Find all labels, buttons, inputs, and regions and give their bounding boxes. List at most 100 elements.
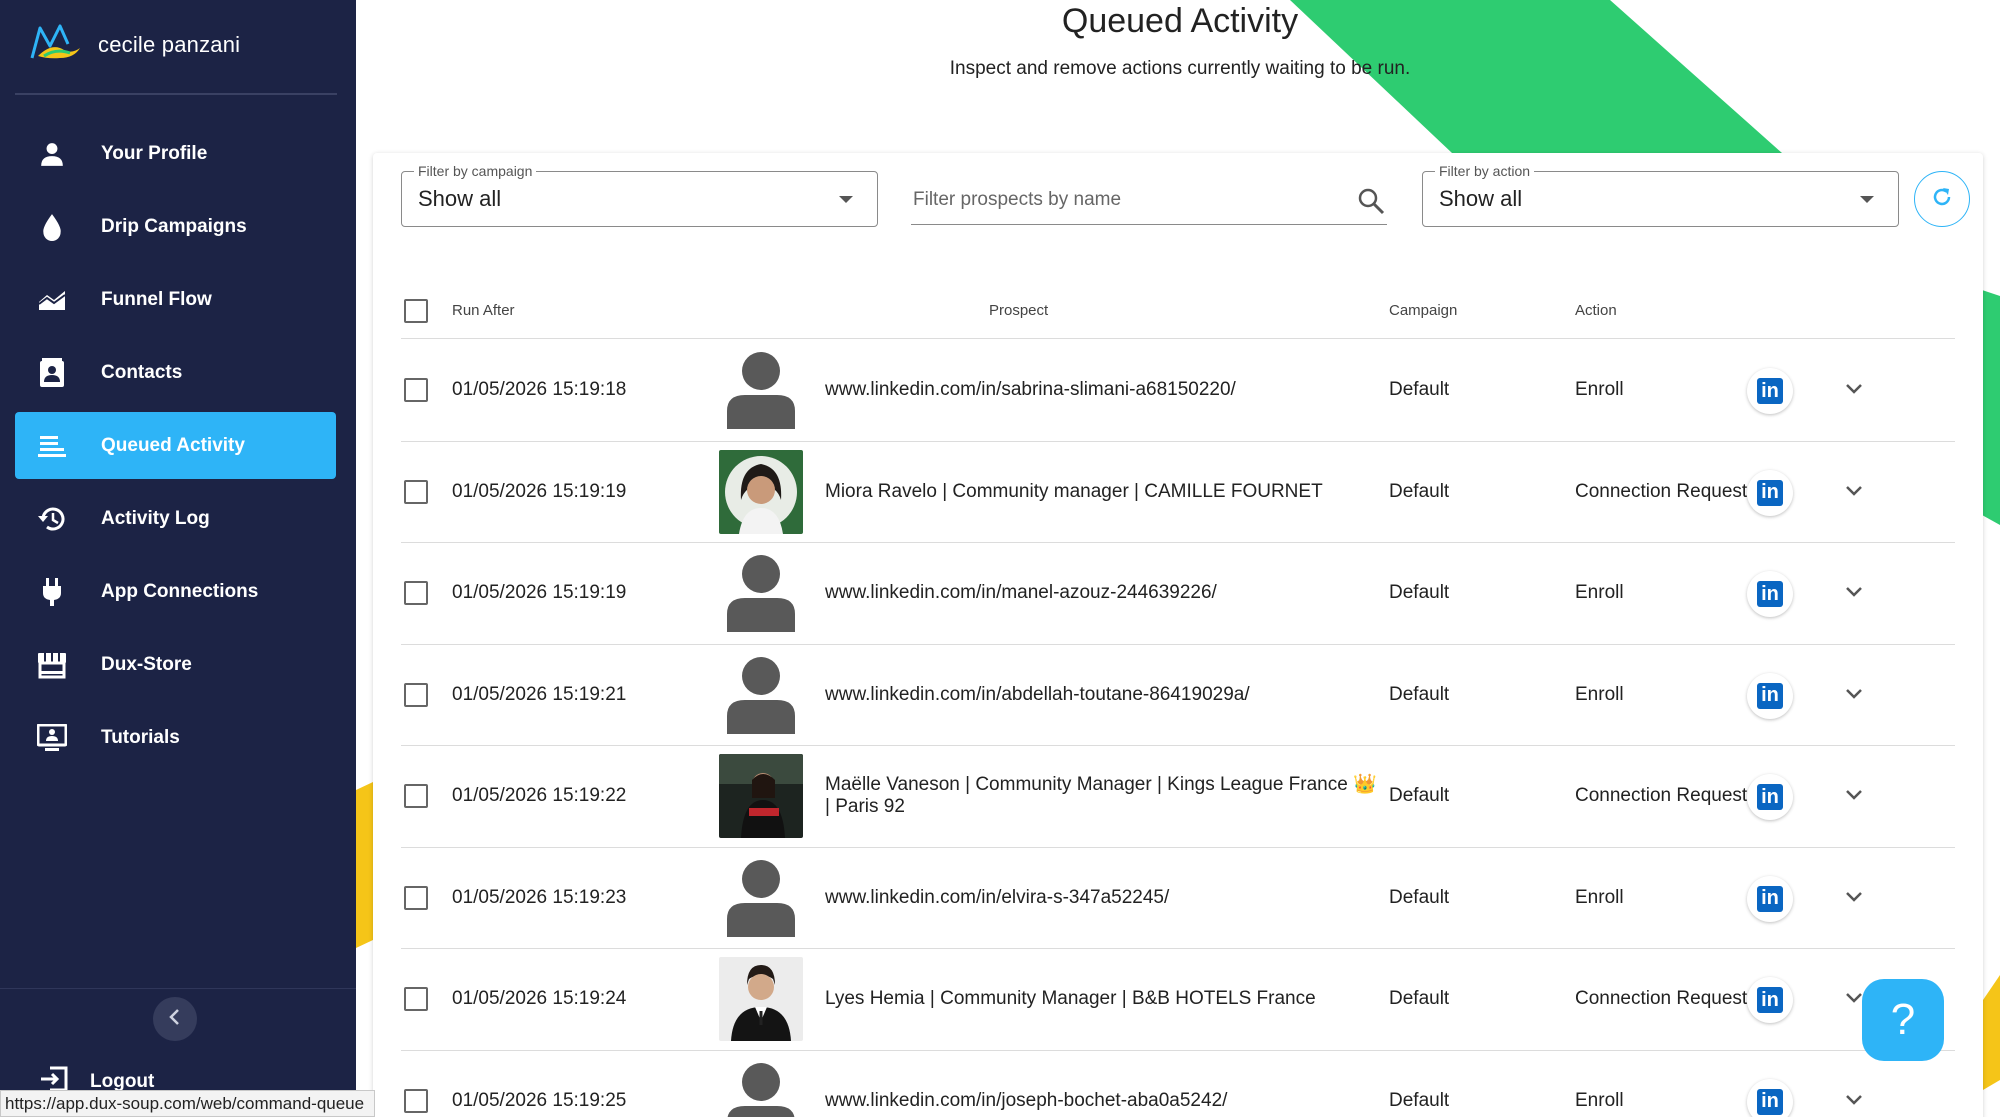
prospect-photo: [719, 957, 803, 1041]
action-cell: Enroll: [1575, 886, 1624, 908]
chevron-down-icon: [1845, 788, 1863, 806]
action-cell: Connection Request: [1575, 480, 1748, 502]
linkedin-icon: in: [1757, 987, 1783, 1013]
help-button[interactable]: ?: [1862, 979, 1944, 1061]
linkedin-icon: in: [1757, 885, 1783, 912]
prospect-cell[interactable]: Miora Ravelo | Community manager | CAMIL…: [825, 481, 1385, 503]
prospect-cell[interactable]: Lyes Hemia | Community Manager | B&B HOT…: [825, 988, 1385, 1010]
refresh-icon: [1931, 186, 1953, 213]
campaign-cell: Default: [1389, 886, 1450, 908]
table-row: 01/05/2026 15:19:19 Miora Ravelo | Commu…: [401, 442, 1955, 543]
row-checkbox[interactable]: [404, 885, 428, 910]
linkedin-icon: in: [1757, 479, 1783, 506]
status-bar-url: https://app.dux-soup.com/web/command-que…: [0, 1090, 376, 1117]
prospect-search-input[interactable]: [913, 189, 1333, 211]
run-after-cell: 01/05/2026 15:19:19: [452, 480, 627, 502]
open-linkedin-button[interactable]: in: [1747, 875, 1793, 922]
column-header-prospect[interactable]: Prospect: [989, 302, 1048, 319]
prospect-cell[interactable]: Maëlle Vaneson | Community Manager | Kin…: [825, 774, 1385, 818]
row-checkbox[interactable]: [404, 479, 428, 504]
run-after-cell: 01/05/2026 15:19:18: [452, 379, 627, 400]
run-after-cell: 01/05/2026 15:19:19: [452, 582, 627, 603]
prospect-photo: [719, 449, 803, 534]
open-linkedin-button[interactable]: in: [1747, 672, 1793, 719]
chevron-down-icon: [1845, 687, 1863, 705]
table-row: 01/05/2026 15:19:18 www.linkedin.com/in/…: [401, 340, 1955, 442]
expand-row-button[interactable]: [1839, 478, 1869, 508]
open-linkedin-button[interactable]: in: [1747, 977, 1793, 1023]
campaign-cell: Default: [1389, 582, 1450, 603]
action-cell: Enroll: [1575, 1089, 1624, 1111]
table-row: 01/05/2026 15:19:25 www.linkedin.com/in/…: [401, 1051, 1955, 1117]
column-header-campaign[interactable]: Campaign: [1389, 302, 1457, 319]
chevron-down-icon: [1845, 382, 1863, 400]
table-row: 01/05/2026 15:19:22 Maëlle Vaneson | Com…: [401, 746, 1955, 848]
action-cell: Connection Request: [1575, 785, 1748, 806]
table-header: Run After Prospect Campaign Action: [401, 283, 1955, 339]
open-linkedin-button[interactable]: in: [1747, 368, 1793, 414]
row-checkbox[interactable]: [404, 682, 428, 707]
prospect-photo: [719, 754, 803, 838]
action-filter-select[interactable]: Filter by action Show all: [1422, 163, 1899, 227]
row-checkbox[interactable]: [404, 378, 428, 402]
action-filter-value: Show all: [1439, 186, 1523, 211]
expand-row-button[interactable]: [1839, 681, 1869, 711]
open-linkedin-button[interactable]: in: [1747, 1078, 1793, 1117]
campaign-cell: Default: [1389, 480, 1450, 502]
column-header-run-after[interactable]: Run After: [452, 302, 515, 319]
run-after-cell: 01/05/2026 15:19:25: [452, 1089, 627, 1111]
run-after-cell: 01/05/2026 15:19:21: [452, 683, 627, 705]
action-cell: Connection Request: [1575, 988, 1748, 1009]
chevron-down-icon: [1845, 991, 1863, 1009]
chevron-down-icon: [1845, 890, 1863, 908]
run-after-cell: 01/05/2026 15:19:24: [452, 988, 627, 1009]
row-checkbox[interactable]: [404, 1088, 428, 1113]
campaign-cell: Default: [1389, 683, 1450, 705]
campaign-filter-select[interactable]: Filter by campaign Show all: [401, 163, 878, 227]
campaign-filter-value: Show all: [418, 186, 502, 211]
prospect-cell[interactable]: www.linkedin.com/in/abdellah-toutane-864…: [825, 684, 1385, 706]
chevron-down-icon: [1845, 1093, 1863, 1111]
avatar-placeholder-icon: [719, 653, 803, 737]
action-cell: Enroll: [1575, 379, 1624, 400]
prospect-cell[interactable]: www.linkedin.com/in/elvira-s-347a52245/: [825, 887, 1385, 909]
prospect-cell[interactable]: www.linkedin.com/in/joseph-bochet-aba0a5…: [825, 1090, 1385, 1112]
chevron-down-icon: [1845, 585, 1863, 603]
open-linkedin-button[interactable]: in: [1747, 571, 1793, 617]
open-linkedin-button[interactable]: in: [1747, 774, 1793, 820]
caret-down-icon: [1860, 196, 1874, 203]
expand-row-button[interactable]: [1839, 782, 1869, 812]
campaign-cell: Default: [1389, 1089, 1450, 1111]
queue-table-body: 01/05/2026 15:19:18 www.linkedin.com/in/…: [401, 340, 1955, 1117]
prospect-cell[interactable]: www.linkedin.com/in/manel-azouz-24463922…: [825, 582, 1385, 604]
linkedin-icon: in: [1757, 581, 1783, 607]
refresh-button[interactable]: [1914, 171, 1970, 227]
run-after-cell: 01/05/2026 15:19:23: [452, 886, 627, 908]
table-row: 01/05/2026 15:19:24 Lyes Hemia | Communi…: [401, 949, 1955, 1051]
search-icon[interactable]: [1357, 187, 1385, 220]
column-header-action[interactable]: Action: [1575, 302, 1617, 319]
table-row: 01/05/2026 15:19:23 www.linkedin.com/in/…: [401, 848, 1955, 949]
campaign-cell: Default: [1389, 379, 1450, 400]
row-checkbox[interactable]: [404, 784, 428, 808]
avatar-placeholder-icon: [719, 856, 803, 940]
linkedin-icon: in: [1757, 784, 1783, 810]
open-linkedin-button[interactable]: in: [1747, 469, 1793, 516]
action-cell: Enroll: [1575, 683, 1624, 705]
expand-row-button[interactable]: [1839, 579, 1869, 609]
row-checkbox[interactable]: [404, 581, 428, 605]
expand-row-button[interactable]: [1839, 1087, 1869, 1117]
action-filter-label: Filter by action: [1435, 163, 1535, 179]
expand-row-button[interactable]: [1839, 376, 1869, 406]
expand-row-button[interactable]: [1839, 884, 1869, 914]
help-label: ?: [1890, 995, 1916, 1044]
select-all-checkbox[interactable]: [404, 299, 428, 323]
campaign-cell: Default: [1389, 988, 1450, 1009]
campaign-filter-label: Filter by campaign: [414, 163, 537, 179]
table-row: 01/05/2026 15:19:19 www.linkedin.com/in/…: [401, 543, 1955, 645]
caret-down-icon: [839, 196, 853, 203]
prospect-cell[interactable]: www.linkedin.com/in/sabrina-slimani-a681…: [825, 379, 1385, 401]
action-cell: Enroll: [1575, 582, 1624, 603]
queue-card: Filter by campaign Show all Filter by ac…: [373, 153, 1983, 1117]
row-checkbox[interactable]: [404, 987, 428, 1011]
